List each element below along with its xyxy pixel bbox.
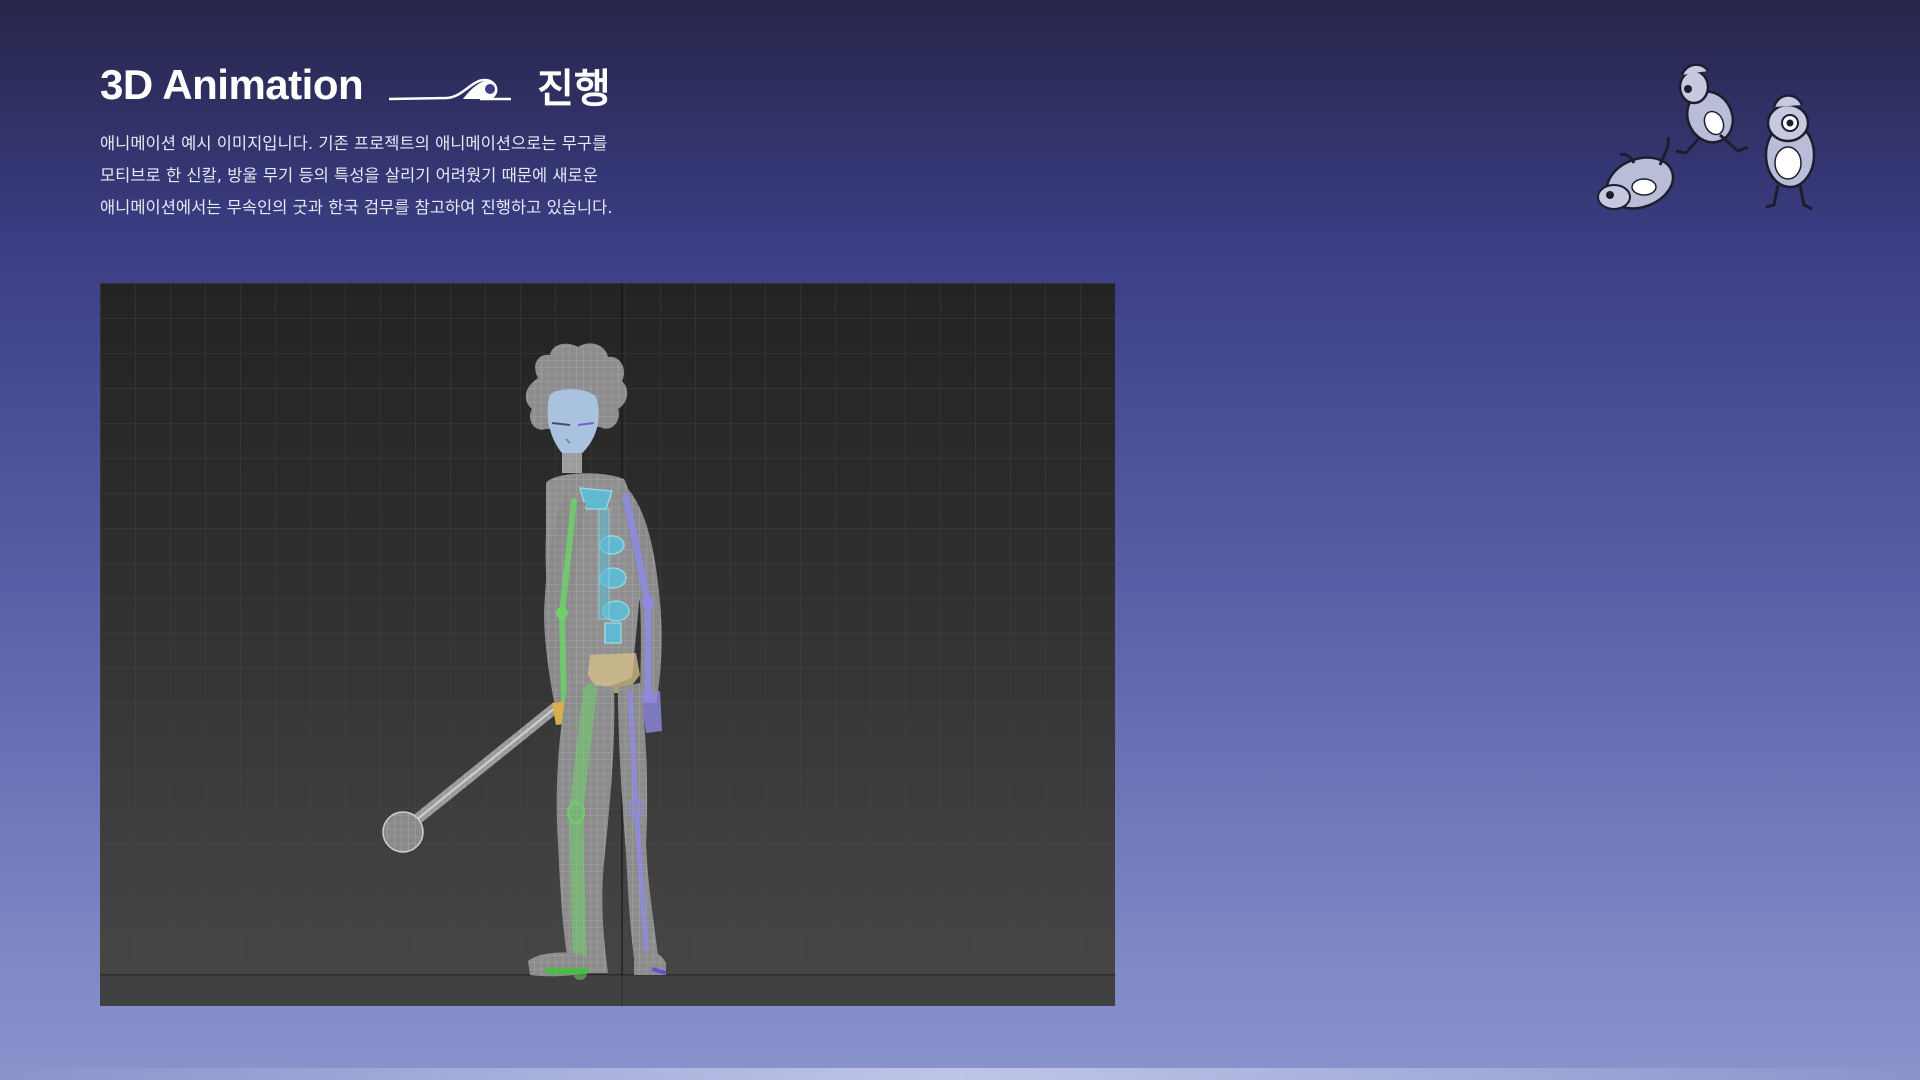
viewport-scene: [100, 283, 1115, 1006]
description-line: 모티브로 한 신칼, 방울 무기 등의 특성을 살리기 어려웠기 때문에 새로운: [100, 166, 598, 185]
mascot-falling: [1597, 136, 1675, 210]
mascot-standing: [1764, 94, 1816, 211]
description: 애니메이션 예시 이미지입니다. 기존 프로젝트의 애니메이션으로는 무구를 모…: [100, 128, 720, 224]
mascot-characters-illustration: [1597, 63, 1816, 211]
description-line: 애니메이션 예시 이미지입니다. 기존 프로젝트의 애니메이션으로는 무구를: [100, 134, 608, 153]
description-line: 애니메이션에서는 무속인의 굿과 한국 검무를 참고하여 진행하고 있습니다.: [100, 198, 613, 217]
bottom-highlight: [0, 1068, 1920, 1080]
page-header: 3D Animation 진행: [100, 56, 611, 114]
3d-viewport[interactable]: [100, 283, 1115, 1006]
wave-crest-icon: [389, 78, 512, 101]
page-title: 3D Animation: [100, 61, 364, 108]
page-title-korean: 진행: [537, 66, 611, 112]
mascot-jumping: [1675, 63, 1749, 155]
